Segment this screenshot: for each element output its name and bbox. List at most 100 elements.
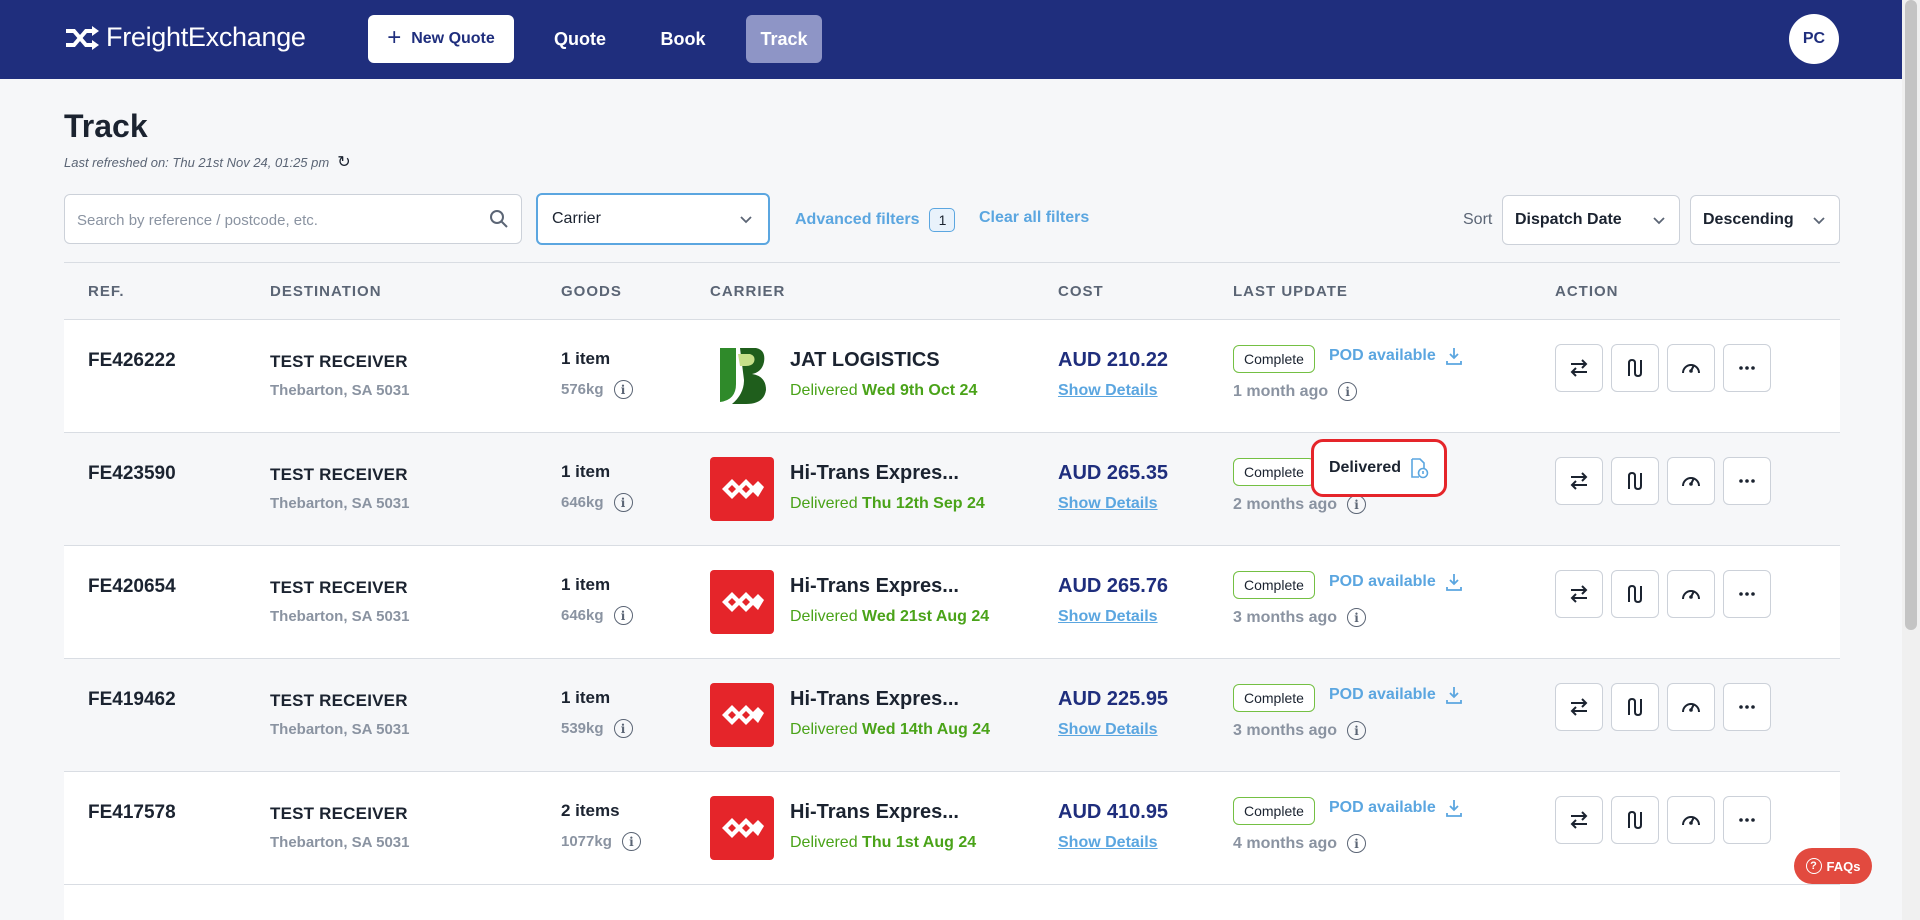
last-update-ago: 3 months ago [1233,721,1338,739]
brand-name: FreightExchange [106,22,306,52]
goods-weight: 646kg i [561,493,633,512]
sort-order-select[interactable]: Descending [1690,195,1840,245]
info-icon[interactable]: i [1347,834,1367,853]
more-icon [1739,366,1755,370]
table-row[interactable]: FE426222 TEST RECEIVER Thebarton, SA 5031 1… [64,320,1840,433]
sort-field-select[interactable]: Dispatch Date [1502,195,1680,245]
show-details-link[interactable]: Show Details [1058,721,1158,739]
show-details-link[interactable]: Show Details [1058,495,1158,513]
user-avatar[interactable]: PC [1789,14,1839,64]
download-icon[interactable] [1445,573,1462,591]
delivered-popover-label: Delivered [1328,459,1402,476]
tracking-button[interactable] [1667,796,1715,844]
swap-icon [1570,811,1588,829]
column-header-goods: GOODS [561,283,622,300]
info-icon[interactable]: i [1347,608,1367,627]
rebook-button[interactable] [1555,796,1603,844]
column-header-cost: COST [1058,283,1104,300]
top-navigation-bar: FreightExchange + New Quote Quote Book T… [0,0,1902,79]
search-input[interactable] [77,207,467,233]
search-box [64,194,522,244]
shipment-ref[interactable]: FE426222 [88,350,176,372]
shipment-ref[interactable]: FE423590 [88,463,176,485]
info-icon[interactable]: i [1347,721,1367,740]
column-header-destination: DESTINATION [270,283,382,300]
row-actions [1555,796,1771,844]
scrollbar-thumb[interactable] [1905,0,1917,630]
tracking-button[interactable] [1667,344,1715,392]
goods-weight: 576kg i [561,380,633,399]
pod-available-link[interactable]: POD available [1329,799,1462,817]
info-icon[interactable]: i [613,493,633,512]
route-icon [1628,810,1642,830]
rebook-button[interactable] [1555,457,1603,505]
delivery-date: Thu 1st Aug 24 [862,834,977,851]
refresh-icon[interactable]: ↻ [337,152,350,172]
table-row[interactable]: FE419462 TEST RECEIVER Thebarton, SA 5031 1… [64,659,1840,772]
show-details-link[interactable]: Show Details [1058,608,1158,626]
pod-available-link[interactable]: POD available [1329,686,1462,704]
plus-icon: + [387,24,402,51]
clear-filters-link[interactable]: Clear all filters [979,209,1089,227]
route-button[interactable] [1611,570,1659,618]
tracking-button[interactable] [1667,683,1715,731]
swap-icon [1570,698,1588,716]
info-icon[interactable]: i [613,606,633,625]
destination-address: Thebarton, SA 5031 [270,495,410,512]
shipment-ref[interactable]: FE420654 [88,576,176,598]
download-icon[interactable] [1445,347,1462,365]
route-button[interactable] [1611,683,1659,731]
faqs-label: FAQs [1826,858,1861,874]
rebook-button[interactable] [1555,683,1603,731]
info-icon[interactable]: i [1347,495,1367,514]
more-actions-button[interactable] [1723,570,1771,618]
search-icon[interactable] [489,209,509,229]
delivery-date: Wed 9th Oct 24 [862,382,978,399]
shipment-ref[interactable]: FE417578 [88,802,176,824]
table-row[interactable]: FE420654 TEST RECEIVER Thebarton, SA 5031 1… [64,546,1840,659]
advanced-filters-link[interactable]: Advanced filters 1 [795,208,956,232]
nav-quote[interactable]: Quote [540,15,620,63]
rebook-button[interactable] [1555,344,1603,392]
faqs-button[interactable]: ? FAQs [1794,848,1872,884]
nav-book[interactable]: Book [645,15,721,63]
status-badge: Complete [1233,345,1315,373]
carrier-select[interactable]: Carrier [536,193,770,245]
jat-logistics-logo [720,348,766,404]
info-icon[interactable]: i [613,380,633,399]
rebook-button[interactable] [1555,570,1603,618]
pod-available-link[interactable]: POD available [1329,573,1462,591]
new-quote-button[interactable]: + New Quote [368,15,514,63]
pod-available-link[interactable]: POD available [1329,347,1462,365]
tracking-button[interactable] [1667,570,1715,618]
brand-logo[interactable]: FreightExchange [64,22,306,53]
show-details-link[interactable]: Show Details [1058,382,1158,400]
route-button[interactable] [1611,457,1659,505]
info-icon[interactable]: i [1338,382,1358,401]
last-update-time: 3 months ago i [1233,721,1367,740]
route-button[interactable] [1611,796,1659,844]
more-actions-button[interactable] [1723,344,1771,392]
route-button[interactable] [1611,344,1659,392]
row-actions [1555,570,1771,618]
advanced-filters-label: Advanced filters [795,211,920,228]
show-details-link[interactable]: Show Details [1058,834,1158,852]
more-actions-button[interactable] [1723,457,1771,505]
table-row[interactable]: FE417578 TEST RECEIVER Thebarton, SA 5031 2… [64,772,1840,885]
goods-count: 1 item [561,688,611,707]
more-actions-button[interactable] [1723,683,1771,731]
swap-icon [1570,585,1588,603]
table-row[interactable]: FE423590 TEST RECEIVER Thebarton, SA 5031 1… [64,433,1840,546]
carrier-logo [710,570,774,634]
pod-label: POD available [1329,347,1436,364]
download-icon[interactable] [1445,686,1462,704]
shipment-ref[interactable]: FE419462 [88,689,176,711]
destination-name: TEST RECEIVER [270,578,408,597]
tracking-button[interactable] [1667,457,1715,505]
sort-label: Sort [1463,211,1493,228]
info-icon[interactable]: i [621,832,641,851]
nav-track-active[interactable]: Track [746,15,822,63]
download-icon[interactable] [1445,799,1462,817]
info-icon[interactable]: i [613,719,633,738]
more-actions-button[interactable] [1723,796,1771,844]
